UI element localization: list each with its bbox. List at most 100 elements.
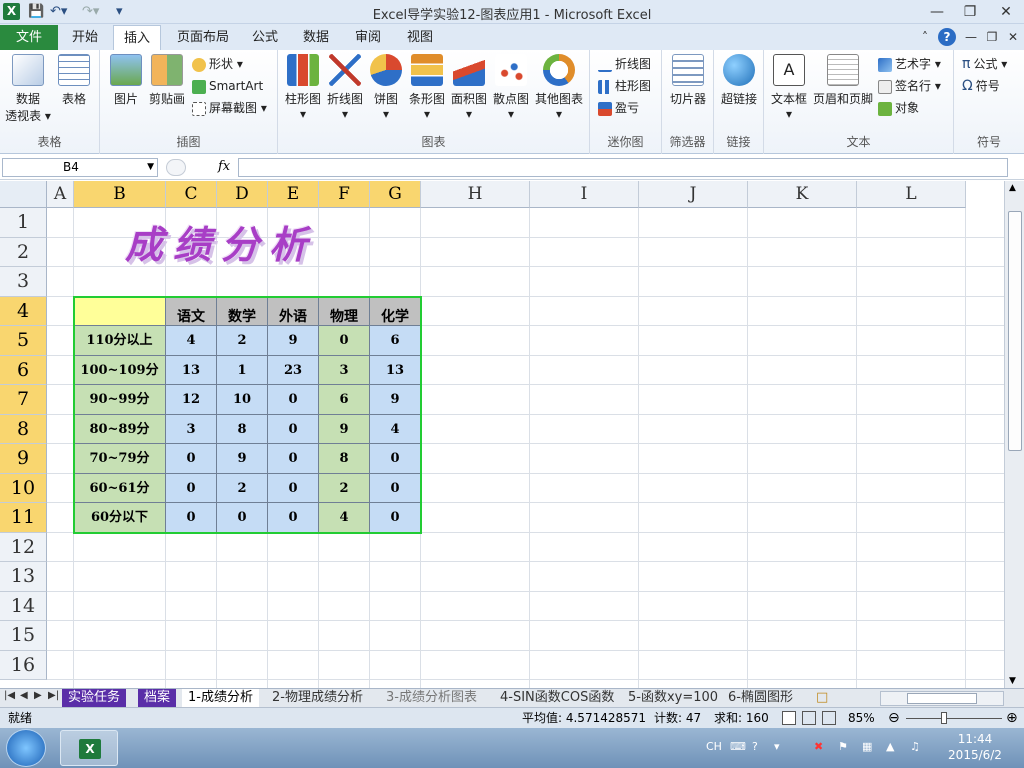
table-header-cell[interactable]: 外语 xyxy=(268,296,319,326)
screenshot-button[interactable]: 屏幕截图 ▾ xyxy=(192,98,267,118)
table-cell[interactable]: 0 xyxy=(268,473,319,503)
help-tray-icon[interactable]: ? xyxy=(752,740,758,753)
taskbar-clock[interactable]: 11:44 2015/6/2 xyxy=(940,731,1010,763)
sheet-tab-archive[interactable]: 档案 xyxy=(138,689,177,707)
tab-review[interactable]: 审阅 xyxy=(348,25,388,50)
bar-chart-button[interactable]: 条形图 ▾ xyxy=(406,54,448,121)
worksheet-grid[interactable]: ABCDEFGHIJKL 1 2 3 4 5 6 7 8 9 10 11 12 13 14 15 16 成绩分… xyxy=(0,181,1004,688)
column-header-l[interactable]: L xyxy=(857,181,966,208)
row-header-2[interactable]: 2 xyxy=(0,237,47,267)
table-cell[interactable]: 13 xyxy=(166,355,217,385)
table-cell[interactable]: 12 xyxy=(166,385,217,415)
header-footer-button[interactable]: 页眉和页脚 xyxy=(810,54,876,107)
scroll-down-icon[interactable]: ▼ xyxy=(1009,676,1016,686)
zoom-level[interactable]: 85% xyxy=(848,708,875,728)
row-header-6[interactable]: 6 xyxy=(0,355,47,385)
table-row-label[interactable]: 90~99分 xyxy=(74,385,166,415)
table-cell[interactable]: 0 xyxy=(166,473,217,503)
sparkline-winloss-button[interactable]: 盈亏 xyxy=(598,98,639,118)
table-cell[interactable]: 4 xyxy=(166,326,217,356)
table-button[interactable]: 表格 xyxy=(52,54,96,107)
table-cell[interactable]: 9 xyxy=(370,385,421,415)
column-header-f[interactable]: F xyxy=(319,181,370,208)
column-chart-button[interactable]: 柱形图 ▾ xyxy=(282,54,324,121)
column-header-b[interactable]: B xyxy=(74,181,166,208)
table-cell[interactable]: 2 xyxy=(319,473,370,503)
table-cell[interactable]: 2 xyxy=(217,473,268,503)
table-cell[interactable]: 8 xyxy=(217,414,268,444)
clipart-button[interactable]: 剪贴画 xyxy=(146,54,188,107)
prev-sheet-icon[interactable]: ◀ xyxy=(20,690,28,701)
wb-close-button[interactable]: ✕ xyxy=(1004,28,1022,46)
other-charts-button[interactable]: 其他图表 ▾ xyxy=(532,54,586,121)
picture-button[interactable]: 图片 xyxy=(106,54,146,107)
column-header-g[interactable]: G xyxy=(370,181,421,208)
row-header-15[interactable]: 15 xyxy=(0,621,47,651)
insert-sheet-icon[interactable]: □ xyxy=(810,689,834,707)
volume-icon[interactable]: ♫ xyxy=(910,740,920,753)
tab-page-layout[interactable]: 页面布局 xyxy=(170,25,236,50)
table-cell[interactable]: 0 xyxy=(166,444,217,474)
tab-view[interactable]: 视图 xyxy=(400,25,440,50)
close-button[interactable]: ✕ xyxy=(993,2,1019,22)
table-cell[interactable]: 0 xyxy=(268,385,319,415)
sheet-tab-5[interactable]: 5-函数xy=100 xyxy=(622,689,724,707)
file-tab[interactable]: 文件 xyxy=(0,25,58,50)
sheet-tab-1[interactable]: 1-成绩分析 xyxy=(182,689,259,707)
column-header-c[interactable]: C xyxy=(166,181,217,208)
action-center-icon[interactable]: ⚑ xyxy=(838,740,848,753)
table-cell[interactable]: 9 xyxy=(268,326,319,356)
next-sheet-icon[interactable]: ▶ xyxy=(34,690,42,701)
sheet-tab-4[interactable]: 4-SIN函数COS函数 xyxy=(494,689,620,707)
zoom-slider[interactable] xyxy=(906,718,1002,719)
select-all-button[interactable] xyxy=(0,181,47,208)
table-cell[interactable]: 0 xyxy=(319,326,370,356)
page-break-view-icon[interactable] xyxy=(822,711,836,725)
table-cell[interactable]: 2 xyxy=(217,326,268,356)
table-cell[interactable]: 1 xyxy=(217,355,268,385)
horizontal-scroll-thumb[interactable] xyxy=(907,693,977,704)
table-row-label[interactable]: 100~109分 xyxy=(74,355,166,385)
row-header-1[interactable]: 1 xyxy=(0,208,47,238)
horizontal-scrollbar[interactable] xyxy=(880,691,1004,706)
wb-minimize-button[interactable]: — xyxy=(962,28,980,46)
windows-flag-icon[interactable]: ▦ xyxy=(862,740,872,753)
zoom-out-icon[interactable]: ⊖ xyxy=(888,708,900,728)
wordart-button[interactable]: 艺术字 ▾ xyxy=(878,54,941,74)
row-header-16[interactable]: 16 xyxy=(0,650,47,680)
last-sheet-icon[interactable]: ▶| xyxy=(48,690,59,701)
object-button[interactable]: 对象 xyxy=(878,98,919,118)
table-cell[interactable]: 8 xyxy=(319,444,370,474)
table-cell[interactable]: 3 xyxy=(319,355,370,385)
collapse-ribbon-icon[interactable]: ˄ xyxy=(916,28,934,46)
scroll-up-icon[interactable]: ▲ xyxy=(1009,183,1016,193)
area-chart-button[interactable]: 面积图 ▾ xyxy=(448,54,490,121)
zoom-slider-thumb[interactable] xyxy=(941,712,947,724)
table-row-label[interactable]: 60~61分 xyxy=(74,473,166,503)
row-header-7[interactable]: 7 xyxy=(0,385,47,415)
first-sheet-icon[interactable]: |◀ xyxy=(4,690,15,701)
zoom-in-icon[interactable]: ⊕ xyxy=(1006,708,1018,728)
symbol-button[interactable]: Ω 符号 xyxy=(962,76,1000,96)
table-cell[interactable]: 3 xyxy=(166,414,217,444)
tab-insert[interactable]: 插入 xyxy=(113,25,161,50)
table-cell[interactable]: 23 xyxy=(268,355,319,385)
table-cell[interactable]: 9 xyxy=(319,414,370,444)
column-header-i[interactable]: I xyxy=(530,181,639,208)
taskbar-excel-button[interactable]: X xyxy=(60,730,118,766)
tray-options-icon[interactable]: ▾ xyxy=(774,740,780,753)
language-indicator[interactable]: CH xyxy=(706,740,722,753)
wordart-title[interactable]: 成绩分析 xyxy=(125,214,317,269)
column-header-h[interactable]: H xyxy=(421,181,530,208)
sheet-tab-2[interactable]: 2-物理成绩分析 xyxy=(266,689,369,707)
table-row-label[interactable]: 60分以下 xyxy=(74,503,166,533)
sheet-tab-6[interactable]: 6-椭圆图形 xyxy=(722,689,799,707)
table-cell[interactable]: 9 xyxy=(217,444,268,474)
sparkline-line-button[interactable]: 折线图 xyxy=(598,54,651,74)
slicer-button[interactable]: 切片器 xyxy=(666,54,710,107)
sparkline-column-button[interactable]: 柱形图 xyxy=(598,76,651,96)
row-header-5[interactable]: 5 xyxy=(0,326,47,356)
insert-function-icon[interactable]: fx xyxy=(218,159,230,174)
row-header-13[interactable]: 13 xyxy=(0,562,47,592)
page-layout-view-icon[interactable] xyxy=(802,711,816,725)
